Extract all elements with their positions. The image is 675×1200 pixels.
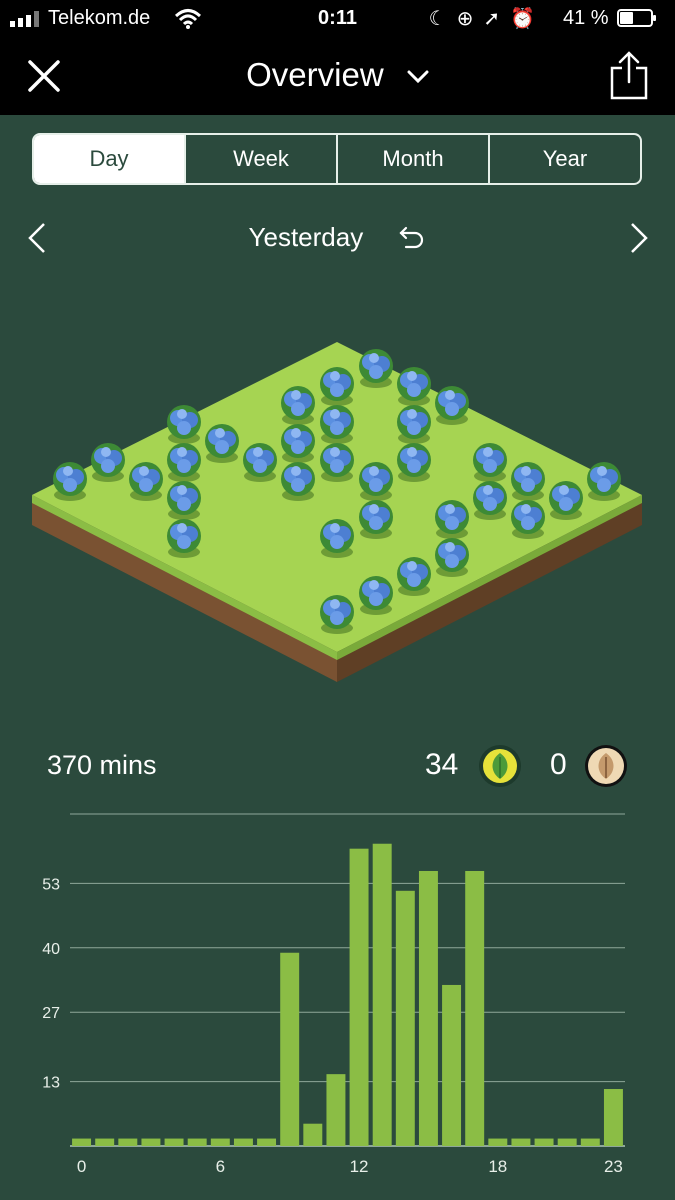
tree-bush: [511, 500, 545, 539]
tree-bush: [167, 443, 201, 482]
bar-hour-3: [141, 1138, 161, 1146]
tree-bush: [205, 424, 239, 463]
focus-minutes: 370 mins: [47, 750, 157, 780]
withered-tree-count: 0: [550, 748, 567, 781]
bar-hour-23: [603, 1089, 623, 1146]
y-tick-label: 13: [42, 1075, 60, 1092]
orientation-lock-icon: ⊕: [456, 8, 474, 30]
tree-bush: [473, 443, 507, 482]
tree-bush: [397, 557, 431, 596]
y-tick-label: 53: [42, 876, 60, 893]
tab-month[interactable]: Month: [336, 135, 488, 183]
tree-bush: [397, 367, 431, 406]
alarm-icon: ⏰: [510, 8, 535, 30]
tree-bush: [243, 443, 277, 482]
x-tick-label: 18: [488, 1157, 507, 1176]
tree-bush: [281, 462, 315, 501]
tree-bush: [435, 500, 469, 539]
leaf-icon: [479, 745, 521, 787]
tree-bush: [129, 462, 163, 501]
moon-icon: ☾: [428, 8, 447, 30]
date-label: Yesterday: [0, 222, 675, 253]
tree-bush: [435, 386, 469, 425]
tree-bush: [91, 443, 125, 482]
tree-bush: [167, 519, 201, 558]
tab-week[interactable]: Week: [184, 135, 336, 183]
y-tick-label: 40: [42, 941, 60, 958]
bar-hour-1: [95, 1138, 115, 1146]
chart-gridlines: [70, 813, 625, 1147]
period-tabs: Day Week Month Year: [32, 133, 642, 185]
x-tick-label: 6: [216, 1157, 225, 1176]
bar-hour-2: [118, 1138, 138, 1146]
bar-hour-12: [349, 848, 369, 1146]
bar-hour-10: [303, 1123, 323, 1146]
tab-day[interactable]: Day: [34, 135, 184, 183]
healthy-tree-count: 34: [425, 748, 459, 781]
bar-hour-20: [534, 1138, 554, 1146]
tree-bush: [397, 405, 431, 444]
tree-bush: [359, 576, 393, 615]
top-bar: Telekom.de 0:11 ☾ ⊕ ➚ ⏰ 41 % Overview: [0, 0, 675, 115]
tree-bush: [281, 424, 315, 463]
battery-percentage: 41 %: [563, 7, 609, 29]
bar-hour-9: [280, 952, 300, 1146]
tree-bush: [281, 386, 315, 425]
bar-hour-6: [210, 1138, 230, 1146]
undo-icon[interactable]: [398, 222, 426, 250]
tree-bush: [359, 349, 393, 388]
bar-hour-13: [372, 843, 392, 1146]
tree-bush: [473, 481, 507, 520]
tree-bush: [549, 481, 583, 520]
bar-hour-16: [442, 984, 462, 1146]
tree-bush: [320, 405, 354, 444]
tree-bush: [53, 462, 87, 501]
tree-bush: [167, 405, 201, 444]
tab-year[interactable]: Year: [488, 135, 640, 183]
battery-icon: [617, 9, 656, 27]
forest-island: [32, 342, 642, 682]
bar-hour-8: [257, 1138, 277, 1146]
tree-bush: [397, 443, 431, 482]
tree-bush: [359, 462, 393, 501]
tree-bush: [320, 367, 354, 406]
bar-hour-22: [580, 1138, 600, 1146]
tree-bush: [320, 595, 354, 634]
next-day-chevron-icon[interactable]: [628, 222, 650, 254]
chart-bars: [72, 843, 623, 1146]
bar-hour-15: [418, 870, 438, 1146]
withered-leaf-icon: [585, 745, 627, 787]
bar-hour-18: [488, 1138, 508, 1146]
x-tick-label: 12: [350, 1157, 369, 1176]
tree-bush: [167, 481, 201, 520]
bar-hour-4: [164, 1138, 184, 1146]
bar-hour-17: [465, 870, 485, 1146]
tree-bush: [511, 462, 545, 501]
tree-bush: [435, 538, 469, 577]
y-tick-label: 27: [42, 1005, 60, 1022]
bar-hour-11: [326, 1074, 346, 1146]
x-tick-label: 0: [77, 1157, 86, 1176]
y-axis-labels: 13 27 40 53: [42, 876, 60, 1091]
hourly-focus-chart: 13 27 40 53 0 6 12 18 23: [42, 813, 625, 1176]
tree-bush: [587, 462, 621, 501]
share-icon[interactable]: [606, 50, 652, 100]
x-axis-labels: 0 6 12 18 23: [77, 1157, 623, 1176]
bar-hour-0: [72, 1138, 92, 1146]
bar-hour-14: [395, 890, 415, 1146]
tree-bush: [320, 519, 354, 558]
bar-hour-21: [557, 1138, 577, 1146]
page-title[interactable]: Overview: [0, 56, 675, 94]
bar-hour-5: [187, 1138, 207, 1146]
bar-hour-7: [233, 1138, 253, 1146]
chevron-down-icon: [407, 70, 429, 84]
tree-bush: [359, 500, 393, 539]
bar-hour-19: [511, 1138, 531, 1146]
location-arrow-icon: ➚: [483, 8, 501, 30]
x-tick-label: 23: [604, 1157, 623, 1176]
status-bar: Telekom.de 0:11 ☾ ⊕ ➚ ⏰ 41 %: [0, 0, 675, 38]
tree-bush: [320, 443, 354, 482]
